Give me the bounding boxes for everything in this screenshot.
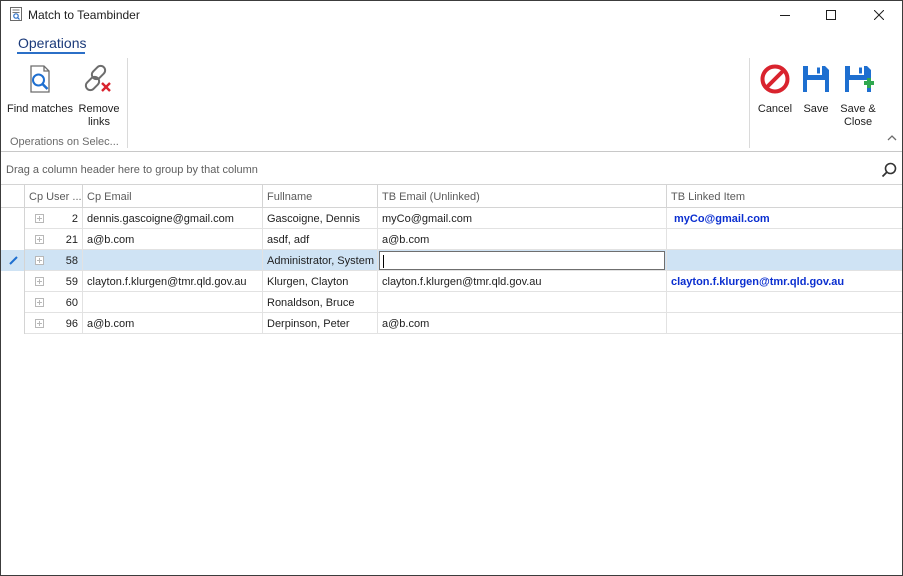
column-header-tb-linked[interactable]: TB Linked Item	[667, 185, 902, 208]
cell-fullname[interactable]: Ronaldson, Bruce	[263, 292, 378, 313]
group-by-panel[interactable]: Drag a column header here to group by th…	[1, 153, 902, 185]
find-matches-button[interactable]: Find matches	[6, 56, 74, 116]
ribbon-panel: Find matches Remove links Operations on …	[1, 56, 902, 152]
cell-cp-user[interactable]: 21	[25, 229, 83, 250]
save-icon	[803, 66, 829, 92]
save-close-label: Save & Close	[840, 103, 876, 128]
window-title: Match to Teambinder	[28, 8, 140, 22]
maximize-button[interactable]	[808, 1, 854, 29]
table-row[interactable]: 2 dennis.gascoigne@gmail.com Gascoigne, …	[1, 208, 902, 229]
row-indicator	[1, 208, 25, 229]
match-window: Match to Teambinder Operations Find matc…	[0, 0, 903, 576]
row-indicator	[1, 292, 25, 313]
column-header-cp-user[interactable]: Cp User ...	[25, 185, 83, 208]
cell-tb-email[interactable]	[378, 292, 667, 313]
cell-cp-user[interactable]: 60	[25, 292, 83, 313]
cell-cp-email[interactable]: dennis.gascoigne@gmail.com	[83, 208, 263, 229]
tab-operations[interactable]: Operations	[18, 35, 86, 51]
cell-tb-email[interactable]: myCo@gmail.com	[378, 208, 667, 229]
indicator-header	[1, 185, 25, 208]
cell-fullname[interactable]: asdf, adf	[263, 229, 378, 250]
cell-tb-linked[interactable]: clayton.f.klurgen@tmr.qld.gov.au	[667, 271, 902, 292]
row-indicator	[1, 250, 25, 271]
cell-tb-linked[interactable]	[667, 313, 902, 334]
cell-fullname[interactable]: Administrator, System	[263, 250, 378, 271]
broken-link-icon	[84, 64, 111, 92]
cell-tb-linked[interactable]	[667, 292, 902, 313]
table-row[interactable]: 59 clayton.f.klurgen@tmr.qld.gov.au Klur…	[1, 271, 902, 292]
cell-cp-email[interactable]	[83, 292, 263, 313]
cell-tb-linked[interactable]	[667, 250, 902, 271]
save-close-button[interactable]: Save & Close	[836, 56, 880, 129]
row-indicator	[1, 271, 25, 292]
cell-cp-email[interactable]	[83, 250, 263, 271]
cell-cp-email[interactable]: a@b.com	[83, 313, 263, 334]
row-indicator	[1, 313, 25, 334]
cell-cp-email[interactable]: a@b.com	[83, 229, 263, 250]
collapse-ribbon-icon[interactable]	[887, 134, 897, 142]
close-icon	[874, 10, 884, 20]
find-matches-icon	[30, 65, 50, 93]
tab-underline	[17, 52, 85, 54]
cell-fullname[interactable]: Gascoigne, Dennis	[263, 208, 378, 229]
group-panel-hint: Drag a column header here to group by th…	[6, 164, 258, 176]
cancel-label: Cancel	[757, 103, 793, 115]
search-icon[interactable]	[881, 162, 897, 178]
app-icon	[10, 7, 22, 21]
table-row[interactable]: 21 a@b.com asdf, adf a@b.com	[1, 229, 902, 250]
save-button[interactable]: Save	[799, 56, 833, 116]
table-row-selected[interactable]: 58 Administrator, System	[1, 250, 902, 271]
cancel-button[interactable]: Cancel	[755, 56, 795, 116]
ribbon-group-label: Operations on Selec...	[10, 136, 119, 148]
group-separator	[749, 58, 750, 148]
column-header-cp-email[interactable]: Cp Email	[83, 185, 263, 208]
cell-fullname[interactable]: Klurgen, Clayton	[263, 271, 378, 292]
cell-tb-email[interactable]: a@b.com	[378, 313, 667, 334]
tb-email-editor[interactable]	[379, 251, 665, 270]
pencil-icon	[9, 256, 18, 265]
table-row[interactable]: 96 a@b.com Derpinson, Peter a@b.com	[1, 313, 902, 334]
cell-tb-linked[interactable]: myCo@gmail.com	[667, 208, 902, 229]
cancel-icon	[760, 64, 790, 94]
minimize-icon	[780, 15, 790, 16]
find-matches-label: Find matches	[6, 103, 74, 115]
maximize-icon	[826, 10, 836, 20]
cell-fullname[interactable]: Derpinson, Peter	[263, 313, 378, 334]
cell-cp-user[interactable]: 59	[25, 271, 83, 292]
minimize-button[interactable]	[762, 1, 808, 29]
cell-cp-email[interactable]: clayton.f.klurgen@tmr.qld.gov.au	[83, 271, 263, 292]
text-caret	[383, 255, 384, 268]
close-button[interactable]	[856, 1, 902, 29]
cell-cp-user[interactable]: 58	[25, 250, 83, 271]
save-close-icon	[845, 66, 874, 92]
cell-cp-user[interactable]: 96	[25, 313, 83, 334]
cell-tb-linked[interactable]	[667, 229, 902, 250]
title-bar: Match to Teambinder	[1, 1, 902, 29]
cell-tb-email[interactable]: a@b.com	[378, 229, 667, 250]
column-header-tb-email[interactable]: TB Email (Unlinked)	[378, 185, 667, 208]
save-label: Save	[803, 103, 829, 115]
row-indicator	[1, 229, 25, 250]
table-row[interactable]: 60 Ronaldson, Bruce	[1, 292, 902, 313]
remove-links-button[interactable]: Remove links	[75, 56, 123, 129]
cell-tb-email[interactable]: clayton.f.klurgen@tmr.qld.gov.au	[378, 271, 667, 292]
remove-links-label: Remove links	[78, 103, 120, 128]
column-header-fullname[interactable]: Fullname	[263, 185, 378, 208]
group-separator	[127, 58, 128, 148]
cell-cp-user[interactable]: 2	[25, 208, 83, 229]
